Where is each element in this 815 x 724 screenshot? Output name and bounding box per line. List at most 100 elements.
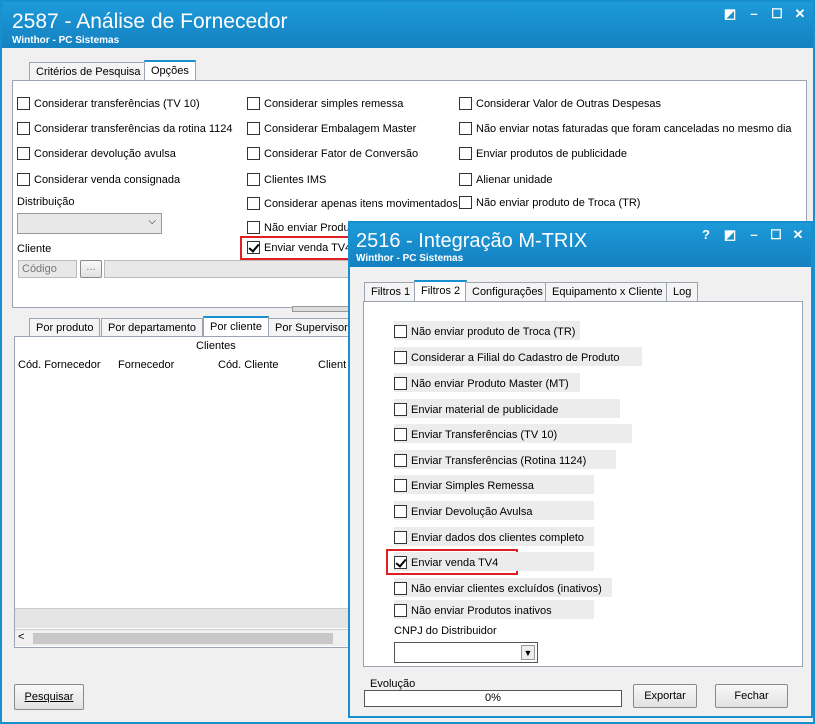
checkbox-box[interactable] (394, 556, 407, 569)
checkbox-box[interactable] (394, 403, 407, 416)
checkbox-box[interactable] (17, 173, 30, 186)
checkbox-box[interactable] (394, 604, 407, 617)
dialog-checkbox[interactable]: Enviar Simples Remessa (394, 479, 534, 492)
dialog-checkbox[interactable]: Não enviar produto de Troca (TR) (394, 325, 575, 338)
checkbox-label: Alienar unidade (476, 173, 553, 186)
dialog-checkbox[interactable]: Não enviar Produtos inativos (394, 604, 552, 617)
checkbox-notas-canceladas[interactable]: Não enviar notas faturadas que foram can… (459, 122, 792, 135)
tab-por-supervisor[interactable]: Por Supervisor (268, 318, 355, 337)
checkbox-box[interactable] (459, 97, 472, 110)
checkbox-produtos-publicidade[interactable]: Enviar produtos de publicidade (459, 147, 627, 160)
checkbox-box[interactable] (247, 122, 260, 135)
tab-opcoes[interactable]: Opções (144, 60, 196, 81)
tab-log[interactable]: Log (666, 282, 699, 301)
cliente-lookup-button[interactable]: ... (80, 260, 102, 278)
codigo-input[interactable]: Código (18, 260, 77, 278)
checkbox-alienar-unidade[interactable]: Alienar unidade (459, 173, 552, 186)
maximize-icon[interactable]: ☐ (766, 227, 786, 243)
tab-por-cliente[interactable]: Por cliente (203, 316, 269, 337)
checkbox-box[interactable] (459, 173, 472, 186)
checkbox-box[interactable] (394, 428, 407, 441)
checkbox-box[interactable] (247, 97, 260, 110)
dialog-checkbox[interactable]: Enviar Transferências (Rotina 1124) (394, 454, 586, 467)
checkbox-box[interactable] (394, 582, 407, 595)
checkbox-label: Não enviar Produto Master (MT) (411, 377, 569, 390)
checkbox-box[interactable] (394, 351, 407, 364)
help-icon[interactable]: ? (696, 227, 716, 242)
checkbox-box[interactable] (459, 122, 472, 135)
scroll-thumb[interactable] (33, 633, 333, 644)
progress-bar: 0% (364, 690, 622, 707)
checkbox-clientes-ims[interactable]: Clientes IMS (247, 173, 326, 186)
distribuicao-select[interactable]: ⌵ (17, 213, 162, 234)
dialog-checkbox[interactable]: Enviar Transferências (TV 10) (394, 428, 557, 441)
scroll-left-icon[interactable]: < (18, 631, 24, 643)
restore-icon[interactable]: ◩ (720, 227, 740, 243)
checkbox-box[interactable] (394, 377, 407, 390)
mtrix-dialog: 2516 - Integração M-TRIX Winthor - PC Si… (348, 221, 813, 718)
checkbox-transf-1124[interactable]: Considerar transferências da rotina 1124 (17, 122, 233, 135)
fechar-button[interactable]: Fechar (715, 684, 788, 708)
cnpj-select[interactable]: ▼ (394, 642, 538, 663)
splitter[interactable] (292, 306, 352, 312)
checkbox-nao-enviar-produto[interactable]: Não enviar Produto (247, 221, 359, 234)
checkbox-box[interactable] (394, 531, 407, 544)
checkbox-devolucao[interactable]: Considerar devolução avulsa (17, 147, 176, 160)
checkbox-box[interactable] (247, 197, 260, 210)
pesquisar-button[interactable]: Pesquisar (14, 684, 84, 710)
minimize-icon[interactable]: – (744, 6, 764, 21)
checkbox-consignada[interactable]: Considerar venda consignada (17, 173, 180, 186)
main-window-subtitle: Winthor - PC Sistemas (12, 35, 120, 46)
dialog-checkbox[interactable]: Não enviar clientes excluídos (inativos) (394, 582, 602, 595)
tab-configuracoes[interactable]: Configurações (465, 282, 550, 301)
tab-por-produto[interactable]: Por produto (29, 318, 101, 337)
cnpj-label: CNPJ do Distribuidor (394, 625, 497, 637)
cliente-label: Cliente (17, 243, 52, 255)
close-icon[interactable]: ✕ (790, 6, 810, 22)
maximize-icon[interactable]: ☐ (767, 6, 787, 22)
checkbox-fator-conversao[interactable]: Considerar Fator de Conversão (247, 147, 418, 160)
dialog-checkbox[interactable]: Enviar Devolução Avulsa (394, 505, 532, 518)
dialog-checkbox[interactable]: Enviar dados dos clientes completo (394, 531, 584, 544)
checkbox-simples-remessa[interactable]: Considerar simples remessa (247, 97, 403, 110)
col-cod-cliente: Cód. Cliente (218, 359, 279, 371)
checkbox-itens-movimentados[interactable]: Considerar apenas itens movimentados (247, 197, 458, 210)
checkbox-label: Considerar venda consignada (34, 173, 181, 186)
checkbox-box[interactable] (247, 147, 260, 160)
checkbox-box[interactable] (247, 173, 260, 186)
col-cod-fornecedor: Cód. Fornecedor (18, 359, 101, 371)
checkbox-troca-tr[interactable]: Não enviar produto de Troca (TR) (459, 196, 640, 209)
checkbox-transf-tv10[interactable]: Considerar transferências (TV 10) (17, 97, 200, 110)
grid-footer (15, 608, 353, 628)
horizontal-scrollbar[interactable]: < (15, 629, 353, 646)
close-icon[interactable]: ✕ (788, 227, 808, 243)
exportar-button[interactable]: Exportar (633, 684, 697, 708)
checkbox-label: Considerar transferências (TV 10) (34, 97, 200, 110)
checkbox-label: Não enviar produto de Troca (TR) (411, 325, 576, 338)
dialog-checkbox[interactable]: Enviar venda TV4 (394, 556, 498, 569)
checkbox-embalagem-master[interactable]: Considerar Embalagem Master (247, 122, 416, 135)
checkbox-box[interactable] (17, 147, 30, 160)
checkbox-box[interactable] (394, 505, 407, 518)
restore-icon[interactable]: ◩ (720, 6, 740, 22)
checkbox-box[interactable] (459, 147, 472, 160)
tab-por-departamento[interactable]: Por departamento (101, 318, 204, 337)
dialog-checkbox[interactable]: Não enviar Produto Master (MT) (394, 377, 569, 390)
tab-filtros2[interactable]: Filtros 2 (414, 280, 468, 301)
checkbox-box[interactable] (247, 221, 260, 234)
tab-filtros1[interactable]: Filtros 1 (364, 282, 418, 301)
checkbox-box[interactable] (17, 122, 30, 135)
dialog-checkbox[interactable]: Considerar a Filial do Cadastro de Produ… (394, 351, 620, 364)
checkbox-label: Considerar simples remessa (264, 97, 404, 110)
checkbox-box[interactable] (17, 97, 30, 110)
dialog-checkbox[interactable]: Enviar material de publicidade (394, 403, 558, 416)
checkbox-box[interactable] (394, 454, 407, 467)
minimize-icon[interactable]: – (744, 227, 764, 242)
checkbox-box[interactable] (394, 325, 407, 338)
tab-equipamento-cliente[interactable]: Equipamento x Cliente (545, 282, 670, 301)
grid-title: Clientes (196, 340, 236, 352)
checkbox-box[interactable] (394, 479, 407, 492)
checkbox-outras-despesas[interactable]: Considerar Valor de Outras Despesas (459, 97, 661, 110)
tab-criterios[interactable]: Critérios de Pesquisa (29, 62, 148, 81)
checkbox-box[interactable] (459, 196, 472, 209)
